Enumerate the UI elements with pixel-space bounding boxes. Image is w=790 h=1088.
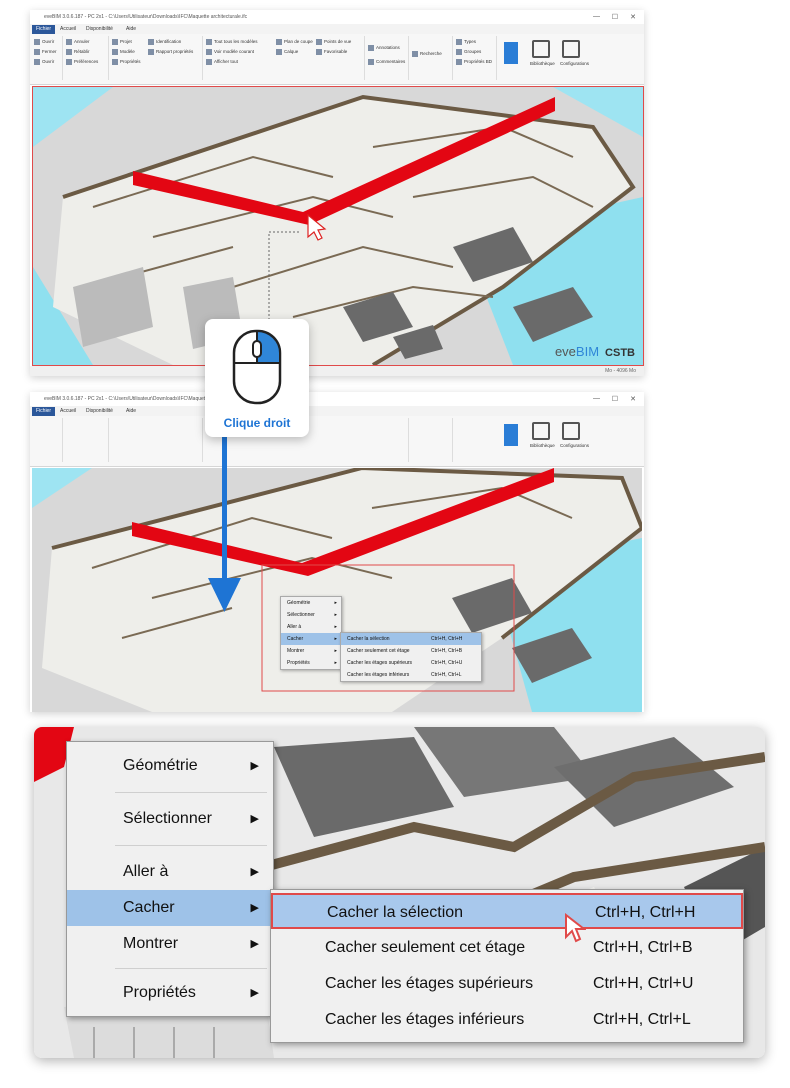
tab-disponibilite[interactable]: Disponibilité: [82, 25, 117, 34]
menu-item-proprietes[interactable]: Propriétés ▸: [281, 657, 341, 669]
hide-submenu: Cacher la sélection Ctrl+H, Ctrl+H Cacher…: [270, 889, 744, 1043]
screenshot-context-menu: eveBIM 3.0.6.187 - PC 2x1 - C:\Users\Uti…: [30, 392, 644, 712]
ribbon-item[interactable]: Fermer: [34, 48, 57, 55]
ribbon-item[interactable]: Modèle: [112, 48, 135, 55]
menu-item-aller-a[interactable]: Aller à ▸: [281, 621, 341, 633]
submenu-item-cacher-etage[interactable]: Cacher seulement cet étage Ctrl+H, Ctrl+B: [271, 930, 743, 966]
building-model: [32, 468, 642, 712]
ribbon-item[interactable]: Groupes: [456, 48, 481, 55]
tab-fichier[interactable]: Fichier: [32, 407, 56, 416]
ribbon-tabs: Fichier Accueil Disponibilité Aide: [30, 24, 644, 34]
mouse-cursor-icon: [565, 913, 586, 943]
ribbon-item[interactable]: Voir modèle courant: [206, 48, 254, 55]
status-bar: Mo - 4096 Mo: [30, 366, 644, 376]
ribbon: Bibliothèque Configurations: [30, 416, 644, 467]
context-menu-small: Géométrie ▸ Sélectionner ▸ Aller à ▸ Cacher…: [280, 596, 342, 670]
submenu-item-cacher-selection[interactable]: Cacher la sélection Ctrl+H, Ctrl+H: [341, 633, 481, 645]
menu-item-montrer[interactable]: Montrer ▸: [281, 645, 341, 657]
chevron-right-icon: ▶: [250, 866, 259, 878]
menu-item-geometrie[interactable]: Géométrie ▶: [67, 748, 273, 784]
chevron-right-icon: ▶: [250, 813, 259, 825]
3d-viewport[interactable]: eveBIM CSTB: [32, 86, 644, 366]
submenu-item-cacher-inferieurs[interactable]: Cacher les étages inférieurs Ctrl+H, Ctrl…: [341, 669, 481, 681]
tab-aide[interactable]: Aide: [122, 407, 140, 416]
ribbon-item[interactable]: Plan de coupe: [276, 38, 313, 45]
tab-aide[interactable]: Aide: [122, 25, 140, 34]
tab-disponibilite[interactable]: Disponibilité: [82, 407, 117, 416]
title-bar: eveBIM 3.0.6.187 - PC 2x1 - C:\Users\Uti…: [30, 10, 644, 25]
chevron-right-icon: ▶: [250, 987, 259, 999]
ribbon-item[interactable]: Ouvrir: [34, 38, 54, 45]
menu-item-selectionner[interactable]: Sélectionner ▸: [281, 609, 341, 621]
mouse-right-click-card: Clique droit: [205, 319, 309, 437]
menu-item-proprietes[interactable]: Propriétés ▶: [67, 975, 273, 1011]
maximize-icon[interactable]: ☐: [612, 395, 618, 403]
minimize-icon[interactable]: —: [593, 13, 600, 20]
submenu-small: Cacher la sélection Ctrl+H, Ctrl+H Cacher…: [340, 632, 482, 682]
building-model: [33, 87, 643, 365]
ribbon-item[interactable]: Annotations: [368, 44, 400, 51]
ribbon-item[interactable]: Ouvrir: [34, 58, 54, 65]
configurations-button[interactable]: Configurations: [560, 38, 589, 72]
chevron-right-icon: ▶: [250, 938, 259, 950]
mouse-icon: [232, 329, 282, 405]
ribbon-item[interactable]: Identification: [148, 38, 181, 45]
ribbon-item[interactable]: Rétablir: [66, 48, 90, 55]
down-arrow-icon: [208, 430, 241, 612]
title-bar: eveBIM 3.0.6.187 - PC 2x1 - C:\Users\Uti…: [30, 392, 644, 407]
context-menu: Géométrie ▶ Sélectionner ▶ Aller à ▶ Cacher…: [66, 741, 274, 1017]
ribbon-item[interactable]: Recherche: [412, 50, 442, 57]
submenu-item-cacher-superieurs[interactable]: Cacher les étages supérieurs Ctrl+H, Ctrl…: [271, 966, 743, 1002]
submenu-item-cacher-etage[interactable]: Cacher seulement cet étage Ctrl+H, Ctrl+B: [341, 645, 481, 657]
tab-fichier[interactable]: Fichier: [32, 25, 56, 34]
ribbon-item[interactable]: Afficher tout: [206, 58, 238, 65]
tab-accueil[interactable]: Accueil: [56, 407, 80, 416]
ribbon-item[interactable]: Préférences: [66, 58, 98, 65]
ribbon-item[interactable]: Favorisable: [316, 48, 347, 55]
ribbon-tabs: Fichier Accueil Disponibilité Aide: [30, 406, 644, 416]
ribbon: Ouvrir Fermer Ouvrir Annuler Rétablir Pr…: [30, 34, 644, 85]
tab-accueil[interactable]: Accueil: [56, 25, 80, 34]
ribbon-item[interactable]: Propriétés BD: [456, 58, 492, 65]
screenshot-before: eveBIM 3.0.6.187 - PC 2x1 - C:\Users\Uti…: [30, 10, 644, 376]
submenu-item-cacher-selection[interactable]: Cacher la sélection Ctrl+H, Ctrl+H: [271, 893, 743, 929]
menu-item-aller-a[interactable]: Aller à ▶: [67, 854, 273, 890]
close-icon[interactable]: ✕: [630, 13, 636, 21]
ribbon-item[interactable]: Points de vue: [316, 38, 351, 45]
close-icon[interactable]: ✕: [630, 395, 636, 403]
submenu-item-cacher-inferieurs[interactable]: Cacher les étages inférieurs Ctrl+H, Ctrl…: [271, 1002, 743, 1038]
ribbon-item[interactable]: Propriétés: [112, 58, 141, 65]
chevron-right-icon: ▶: [250, 760, 259, 772]
configurations-button[interactable]: Configurations: [560, 420, 589, 454]
library-button[interactable]: Bibliothèque: [530, 420, 555, 454]
menu-item-geometrie[interactable]: Géométrie ▸: [281, 597, 341, 609]
library-button[interactable]: Bibliothèque: [530, 38, 555, 72]
evebim-logo: eveBIM CSTB: [554, 344, 635, 359]
ribbon-item[interactable]: Annuler: [66, 38, 90, 45]
zoomed-context-menu: Géométrie ▶ Sélectionner ▶ Aller à ▶ Cacher…: [34, 727, 765, 1058]
menu-item-cacher[interactable]: Cacher ▸: [281, 633, 341, 645]
ribbon-item[interactable]: Calque: [276, 48, 298, 55]
ribbon-item[interactable]: Tout tous les modèles: [206, 38, 258, 45]
ribbon-item[interactable]: Types: [456, 38, 476, 45]
menu-item-selectionner[interactable]: Sélectionner ▶: [67, 801, 273, 837]
3d-viewport[interactable]: Géométrie ▸ Sélectionner ▸ Aller à ▸ Cacher…: [32, 468, 642, 712]
window-title: eveBIM 3.0.6.187 - PC 2x1 - C:\Users\Uti…: [44, 14, 248, 20]
menu-item-montrer[interactable]: Montrer ▶: [67, 926, 273, 962]
model-icon[interactable]: [504, 424, 518, 446]
minimize-icon[interactable]: —: [593, 395, 600, 402]
ribbon-item[interactable]: Commentaires: [368, 58, 405, 65]
ribbon-item[interactable]: Projet: [112, 38, 132, 45]
chevron-right-icon: ▶: [250, 902, 259, 914]
right-click-label: Clique droit: [223, 416, 291, 430]
menu-item-cacher[interactable]: Cacher ▶: [67, 890, 273, 926]
ribbon-item[interactable]: Rapport propriétés: [148, 48, 193, 55]
submenu-item-cacher-superieurs[interactable]: Cacher les étages supérieurs Ctrl+H, Ctrl…: [341, 657, 481, 669]
maximize-icon[interactable]: ☐: [612, 13, 618, 21]
model-icon[interactable]: [504, 42, 518, 64]
